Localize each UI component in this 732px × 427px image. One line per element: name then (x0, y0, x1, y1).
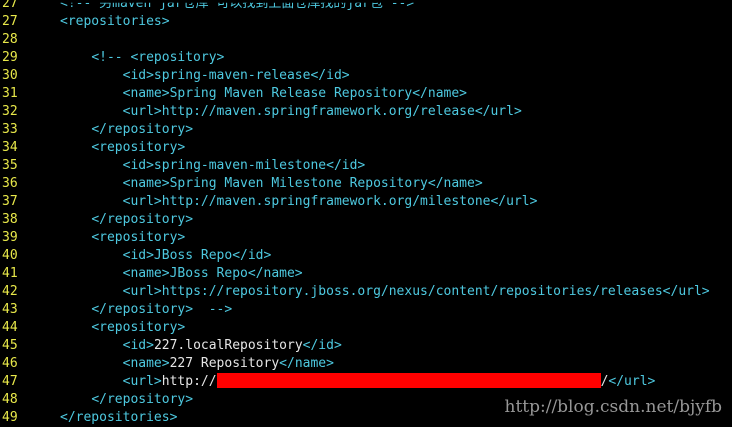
code-line[interactable]: 36 <name>Spring Maven Milestone Reposito… (0, 175, 732, 193)
line-number: 38 (2, 212, 18, 227)
code-text: <repository> (91, 320, 186, 335)
code-line[interactable]: 27 <repositories> (0, 13, 732, 31)
code-text: <name>227 Repository</name> (122, 356, 334, 371)
code-line[interactable]: 30 <id>spring-maven-release</id> (0, 67, 732, 85)
code-text: <repositories> (60, 14, 170, 29)
line-number: 46 (2, 356, 18, 371)
code-line[interactable]: 42 <url>https://repository.jboss.org/nex… (0, 283, 732, 301)
code-text: <repository> (91, 140, 186, 155)
code-line[interactable]: 32 <url>http://maven.springframework.org… (0, 103, 732, 121)
line-number: 33 (2, 122, 18, 137)
line-number: 41 (2, 266, 18, 281)
code-line[interactable]: 28 (0, 31, 732, 49)
line-number: 34 (2, 140, 18, 155)
code-text: </repositories> (60, 410, 178, 425)
line-number: 37 (2, 194, 18, 209)
code-line[interactable]: 47 <url>http:///</url> (0, 373, 732, 391)
code-line[interactable]: 41 <name>JBoss Repo</name> (0, 265, 732, 283)
code-text: <id>spring-maven-milestone</id> (122, 158, 366, 173)
code-text: <!-- 另maven jar仓库 可以找到上面仓库找的jar包 --> (60, 0, 415, 11)
code-line[interactable]: 35 <id>spring-maven-milestone</id> (0, 157, 732, 175)
code-text: </repository> --> (91, 302, 233, 317)
code-line[interactable]: 33 </repository> (0, 121, 732, 139)
line-number: 42 (2, 284, 18, 299)
code-line[interactable]: 34 <repository> (0, 139, 732, 157)
line-number: 35 (2, 158, 18, 173)
code-text: <id>spring-maven-release</id> (122, 68, 350, 83)
code-line[interactable]: 43 </repository> --> (0, 301, 732, 319)
code-text: <url>http://maven.springframework.org/re… (122, 104, 522, 119)
line-number: 45 (2, 338, 18, 353)
line-number: 27 (2, 0, 18, 11)
code-line[interactable]: 44 <repository> (0, 319, 732, 337)
code-line[interactable]: 39 <repository> (0, 229, 732, 247)
code-text: <url>http:///</url> (122, 373, 656, 389)
code-line[interactable]: 40 <id>JBoss Repo</id> (0, 247, 732, 265)
line-number: 40 (2, 248, 18, 263)
line-number: 32 (2, 104, 18, 119)
code-line[interactable]: 38 </repository> (0, 211, 732, 229)
line-number: 27 (2, 14, 18, 29)
code-text: <repository> (91, 230, 186, 245)
code-text: </repository> (91, 212, 194, 227)
code-line[interactable]: 31 <name>Spring Maven Release Repository… (0, 85, 732, 103)
line-number: 44 (2, 320, 18, 335)
line-number: 30 (2, 68, 18, 83)
line-number: 31 (2, 86, 18, 101)
code-line[interactable]: 45 <id>227.localRepository</id> (0, 337, 732, 355)
code-text: <url>https://repository.jboss.org/nexus/… (122, 284, 710, 299)
code-line[interactable]: 29 <!-- <repository> (0, 49, 732, 67)
code-line[interactable]: 27 <!-- 另maven jar仓库 可以找到上面仓库找的jar包 --> (0, 0, 732, 13)
code-text: <id>JBoss Repo</id> (122, 248, 272, 263)
line-number: 43 (2, 302, 18, 317)
line-number: 29 (2, 50, 18, 65)
code-text: <name>Spring Maven Milestone Repository<… (122, 176, 483, 191)
watermark: http://blog.csdn.net/bjyfb (504, 397, 723, 417)
line-number: 47 (2, 374, 18, 389)
code-text: <id>227.localRepository</id> (122, 338, 342, 353)
line-number: 39 (2, 230, 18, 245)
line-number: 48 (2, 392, 18, 407)
code-line[interactable]: 46 <name>227 Repository</name> (0, 355, 732, 373)
code-text: </repository> (91, 392, 194, 407)
code-text: <name>JBoss Repo</name> (122, 266, 303, 281)
code-text: <url>http://maven.springframework.org/mi… (122, 194, 538, 209)
line-number: 49 (2, 410, 18, 425)
code-text: <name>Spring Maven Release Repository</n… (122, 86, 467, 101)
code-editor[interactable]: 27 <!-- 另maven jar仓库 可以找到上面仓库找的jar包 --> 27… (0, 0, 732, 427)
line-number: 28 (2, 32, 18, 47)
code-text: </repository> (91, 122, 194, 137)
code-line[interactable]: 37 <url>http://maven.springframework.org… (0, 193, 732, 211)
line-number: 36 (2, 176, 18, 191)
code-text: <!-- <repository> (91, 50, 225, 65)
